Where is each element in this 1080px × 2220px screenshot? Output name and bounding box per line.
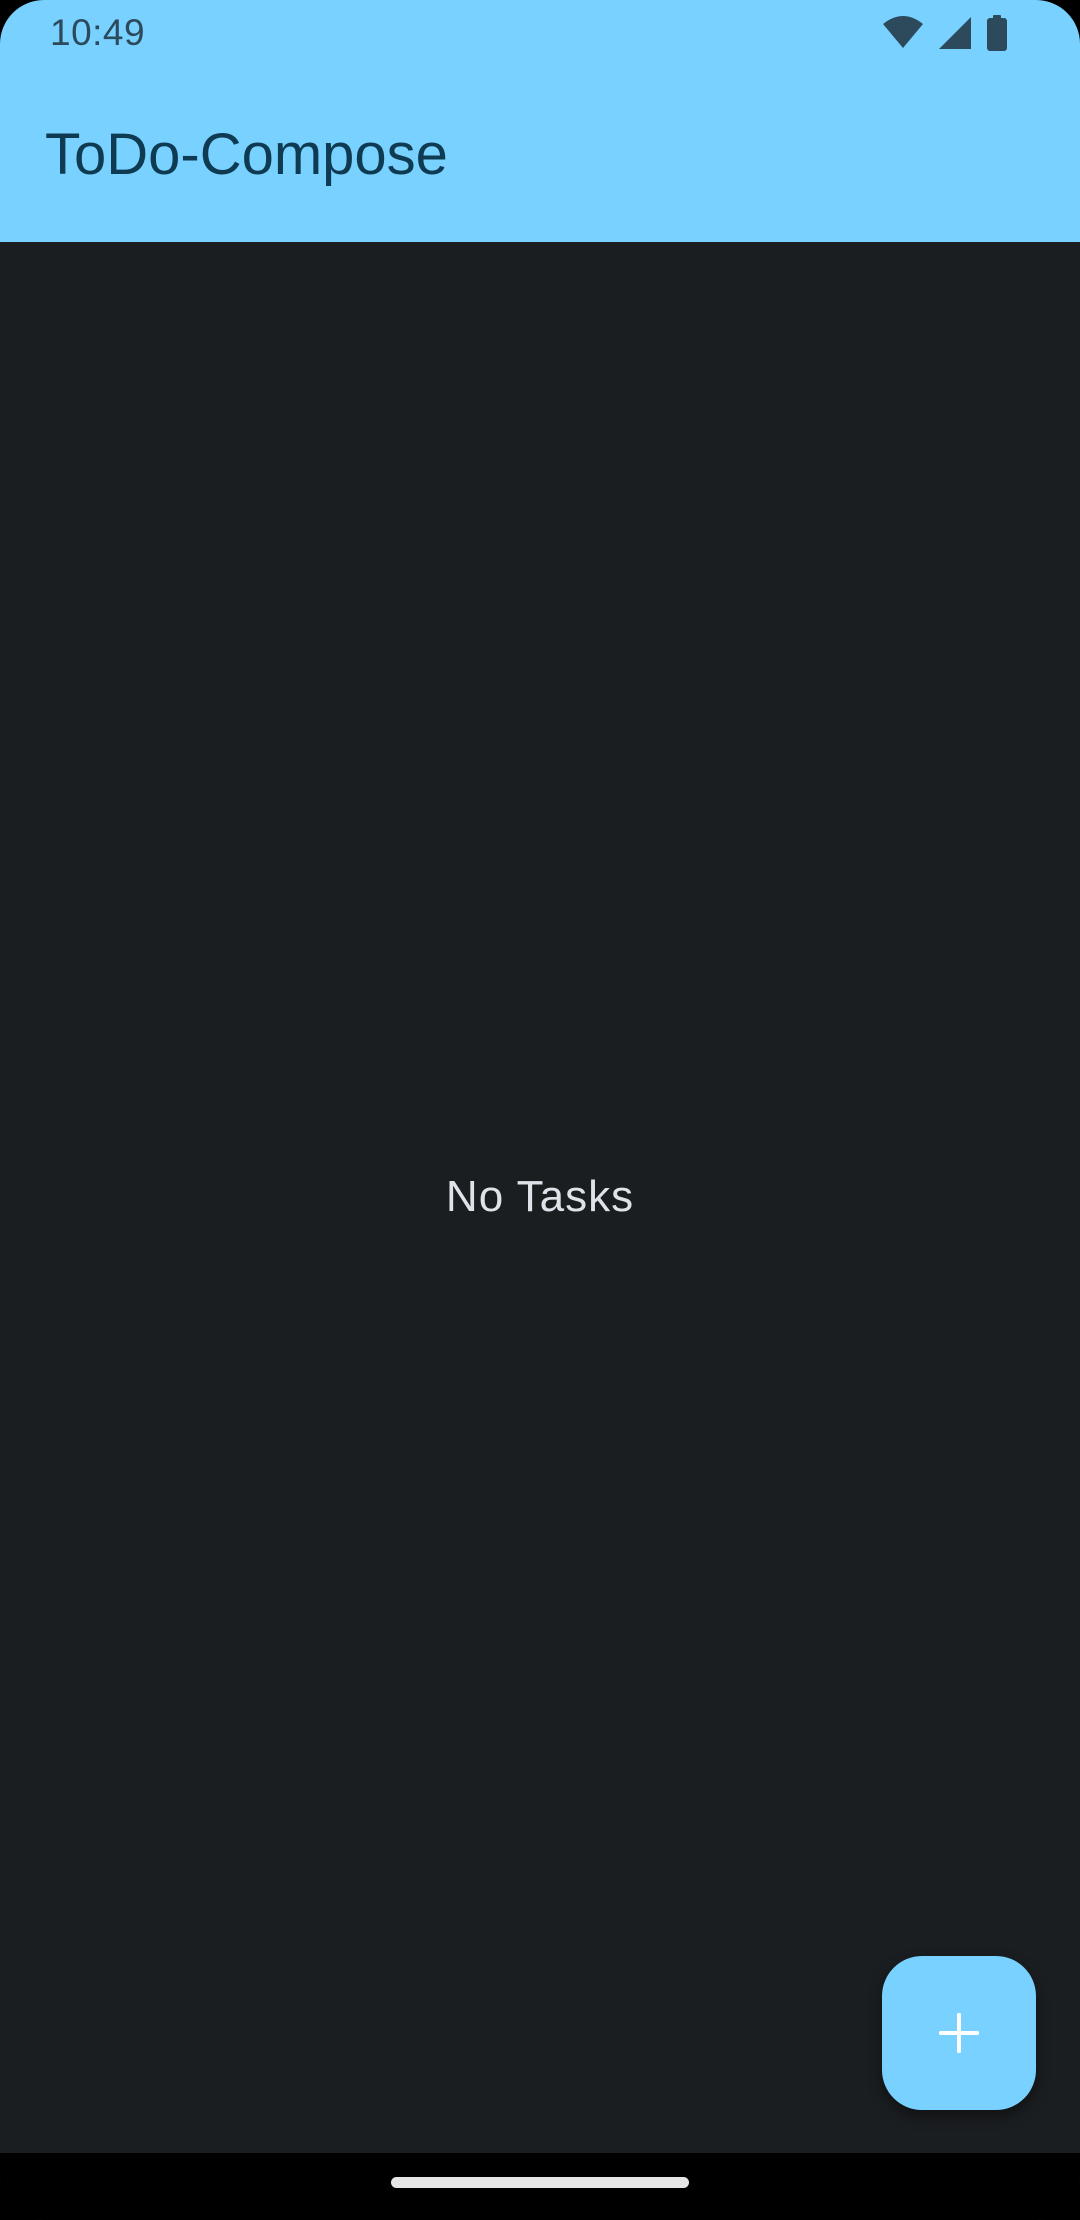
task-list-area: No Tasks [0,242,1080,2153]
system-navigation-bar [0,2153,1080,2220]
plus-icon [939,2013,979,2053]
wifi-icon [882,14,924,52]
status-bar: 10:49 [0,0,1080,66]
cellular-signal-icon [938,14,972,52]
app-title: ToDo-Compose [45,122,448,187]
add-task-button[interactable] [882,1956,1036,2110]
empty-state-message: No Tasks [445,1172,635,1221]
top-app-bar: ToDo-Compose [0,66,1080,242]
home-gesture-handle[interactable] [391,2177,689,2188]
app-screen: 10:49 ToDo-Compose No Tasks [0,0,1080,2220]
battery-icon [986,14,1008,52]
status-time: 10:49 [50,12,146,53]
status-icons [882,14,1008,52]
top-app-area: 10:49 ToDo-Compose [0,0,1080,242]
